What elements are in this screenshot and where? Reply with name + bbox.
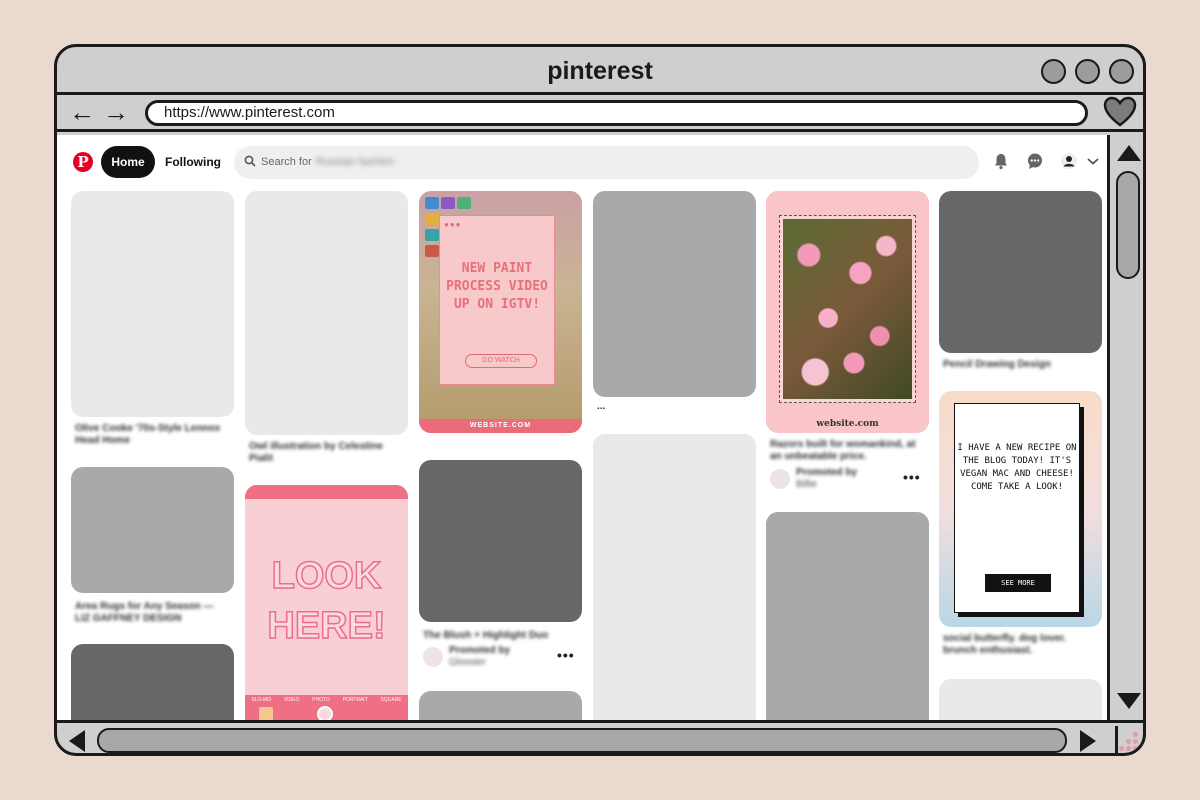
promoted-by: Promoted by Billie	[796, 467, 906, 491]
recipe-text: I HAVE A NEW RECIPE ON THE BLOG TODAY! I…	[957, 443, 1077, 492]
look-here-pin[interactable]: LOOK HERE! SLO-MO VIDEO PHOTO PORTRAIT S…	[245, 485, 408, 720]
camera-mode: VIDEO	[283, 697, 300, 703]
pin-caption: Owl illustration by Celestine Pialit	[249, 441, 383, 464]
more-options-icon[interactable]: •••	[903, 469, 921, 485]
paint-process-pin[interactable]: ●●● NEW PAINT PROCESS VIDEO UP ON IGTV! …	[419, 191, 582, 433]
pin-card[interactable]	[419, 460, 582, 622]
pin-card[interactable]	[419, 691, 582, 720]
scroll-right-icon[interactable]	[1080, 730, 1096, 752]
pin-card[interactable]	[766, 512, 929, 720]
look-here-text: LOOK HERE!	[267, 554, 387, 648]
promoter-avatar[interactable]	[770, 469, 790, 489]
chevron-down-icon[interactable]	[1084, 152, 1102, 170]
back-arrow-icon[interactable]: ←	[69, 99, 95, 125]
pinterest-logo-icon[interactable]: P	[73, 152, 93, 172]
forward-arrow-icon[interactable]: →	[103, 99, 129, 125]
paint-swatch	[425, 197, 439, 209]
pin-card[interactable]	[71, 644, 234, 720]
pin-card[interactable]	[71, 467, 234, 593]
search-query: Russian fashion	[316, 156, 395, 168]
resize-grip-icon[interactable]	[1115, 726, 1143, 753]
page-viewport: P Home Following Search for Russian fash…	[57, 135, 1110, 720]
scroll-left-icon[interactable]	[69, 730, 85, 752]
tab-home[interactable]: Home	[101, 146, 155, 178]
go-watch-button[interactable]: GO WATCH	[465, 354, 537, 368]
promoter-name: Billie	[796, 479, 818, 490]
paint-footer: WEBSITE.COM	[419, 419, 582, 433]
paint-card: ●●● NEW PAINT PROCESS VIDEO UP ON IGTV! …	[439, 215, 555, 385]
recipe-pin[interactable]: I HAVE A NEW RECIPE ON THE BLOG TODAY! I…	[939, 391, 1102, 627]
window-button-close[interactable]	[1109, 59, 1134, 84]
paint-headline: NEW PAINT PROCESS VIDEO UP ON IGTV!	[446, 261, 548, 312]
search-icon	[244, 155, 256, 167]
shutter-button-icon	[317, 706, 333, 720]
camera-modes: SLO-MO VIDEO PHOTO PORTRAIT SQUARE	[245, 697, 408, 703]
pin-card[interactable]	[939, 191, 1102, 353]
search-placeholder: Search for	[261, 156, 312, 168]
pin-card[interactable]	[245, 191, 408, 435]
pin-caption: Olive Cooke '70s-Style Lennox Head Home	[75, 423, 221, 446]
flowers-photo	[783, 219, 912, 399]
profile-avatar-icon[interactable]	[1060, 152, 1078, 170]
pin-caption: Area Rugs for Any Season — LIZ GAFFNEY D…	[75, 601, 214, 624]
flowers-pin[interactable]: website.com	[766, 191, 929, 433]
paint-swatch	[425, 229, 439, 241]
pin-caption: The Blush + Highlight Duo	[423, 630, 549, 641]
horizontal-scroll-thumb[interactable]	[97, 728, 1067, 753]
tab-following[interactable]: Following	[165, 155, 221, 169]
paint-swatch	[425, 213, 439, 225]
gallery-thumbnail	[259, 707, 273, 720]
promoted-by: Promoted by Glossier	[449, 645, 559, 669]
url-input[interactable]: https://www.pinterest.com	[145, 100, 1088, 126]
camera-mode: SLO-MO	[251, 697, 272, 703]
scroll-down-icon[interactable]	[1117, 693, 1141, 709]
window-dots-icon: ●●●	[444, 220, 462, 229]
camera-mode: PHOTO	[312, 697, 330, 703]
vertical-scrollbar[interactable]	[1113, 135, 1143, 720]
more-options-icon[interactable]: •••	[557, 647, 575, 663]
recipe-card: I HAVE A NEW RECIPE ON THE BLOG TODAY! I…	[954, 403, 1080, 613]
pin-caption: Pencil Drawing Design	[943, 359, 1051, 370]
promoter-name: Glossier	[449, 657, 486, 668]
scroll-up-icon[interactable]	[1117, 145, 1141, 161]
pin-card[interactable]	[593, 434, 756, 720]
photo-frame	[779, 215, 916, 403]
camera-top-bar	[245, 485, 408, 499]
bell-icon[interactable]	[992, 152, 1010, 170]
camera-bottom-bar: SLO-MO VIDEO PHOTO PORTRAIT SQUARE	[245, 695, 408, 720]
window-button-maximize[interactable]	[1075, 59, 1100, 84]
promoter-avatar[interactable]	[423, 647, 443, 667]
camera-mode: SQUARE	[380, 697, 402, 703]
title-bar: pinterest	[57, 47, 1143, 95]
heart-icon[interactable]	[1103, 96, 1137, 128]
address-bar: ← → https://www.pinterest.com	[57, 95, 1143, 132]
flowers-website-label: website.com	[816, 419, 879, 429]
browser-window: pinterest ← → https://www.pinterest.com …	[54, 44, 1146, 756]
window-button-minimize[interactable]	[1041, 59, 1066, 84]
promoted-label: Promoted by	[796, 467, 858, 478]
promoted-label: Promoted by	[449, 645, 511, 656]
pin-caption: ...	[597, 401, 606, 412]
horizontal-scrollbar[interactable]	[57, 720, 1143, 753]
pin-caption: social butterfly. dog lover. brunch enth…	[943, 633, 1067, 656]
camera-mode: PORTRAIT	[342, 697, 368, 703]
window-title: pinterest	[547, 57, 653, 85]
messages-icon[interactable]	[1026, 152, 1044, 170]
paint-swatch	[425, 245, 439, 257]
paint-swatch	[457, 197, 471, 209]
vertical-scroll-thumb[interactable]	[1116, 171, 1140, 279]
pin-card[interactable]	[939, 679, 1102, 720]
paint-swatch	[441, 197, 455, 209]
pin-caption: Razors built for womankind, at an unbeat…	[770, 439, 916, 462]
pin-card[interactable]	[71, 191, 234, 417]
pin-card[interactable]	[593, 191, 756, 397]
see-more-button[interactable]: SEE MORE	[985, 574, 1051, 592]
search-input[interactable]: Search for Russian fashion	[234, 146, 979, 179]
